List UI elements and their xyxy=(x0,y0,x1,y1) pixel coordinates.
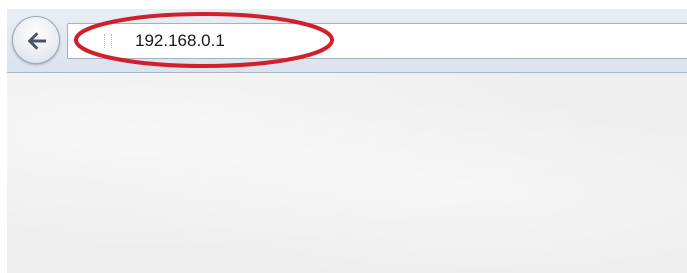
address-bar[interactable]: 192.168.0.1 xyxy=(67,23,687,59)
page-content xyxy=(7,73,687,273)
back-arrow-icon xyxy=(27,32,46,50)
url-text[interactable]: 192.168.0.1 xyxy=(135,28,225,54)
back-button[interactable] xyxy=(12,16,60,64)
navigation-toolbar: 192.168.0.1 xyxy=(7,9,687,73)
site-identity-icon[interactable] xyxy=(104,34,112,48)
browser-window: 192.168.0.1 xyxy=(0,0,687,273)
